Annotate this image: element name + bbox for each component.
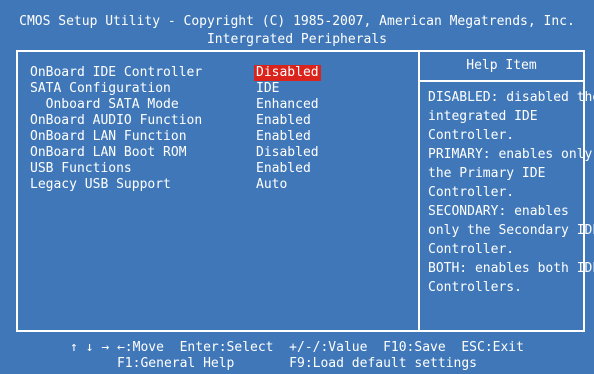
setting-row-usb-functions[interactable]: USB Functions Enabled [30,161,410,177]
panel-divider [418,52,420,330]
bios-copyright-title: CMOS Setup Utility - Copyright (C) 1985-… [19,14,575,29]
setting-row-sata-configuration[interactable]: SATA Configuration IDE [30,81,410,97]
help-line: DISABLED: disabled the [428,90,594,105]
help-title-divider [420,80,583,82]
help-line: the Primary IDE [428,166,546,181]
help-line: Controller. [428,185,515,200]
setting-value[interactable]: Auto [256,177,287,193]
setting-label: OnBoard LAN Function [30,129,187,144]
setting-label: SATA Configuration [30,81,171,96]
setting-value[interactable]: Enabled [256,161,311,177]
setting-row-onboard-sata-mode[interactable]: Onboard SATA Mode Enhanced [30,97,410,113]
setting-value[interactable]: Enabled [256,129,311,145]
setting-row-onboard-ide-controller[interactable]: OnBoard IDE Controller Disabled [30,65,410,81]
help-line: only the Secondary IDE [428,223,594,238]
setting-label: Legacy USB Support [30,177,171,192]
setting-value-selected[interactable]: Disabled [254,65,321,81]
settings-list: OnBoard IDE Controller Disabled SATA Con… [30,65,410,193]
setting-label: Onboard SATA Mode [30,97,179,112]
help-line: Controller. [428,242,515,257]
bios-header: CMOS Setup Utility - Copyright (C) 1985-… [0,14,594,50]
setting-row-onboard-lan-boot-rom[interactable]: OnBoard LAN Boot ROM Disabled [30,145,410,161]
help-item-title: Help Item [466,58,537,73]
key-legend-line-2: F1:General Help F9:Load default settings [116,356,478,371]
help-line: Controllers. [428,280,522,295]
setting-row-onboard-audio-function[interactable]: OnBoard AUDIO Function Enabled [30,113,410,129]
page-title: Intergrated Peripherals [206,32,387,47]
setting-label: OnBoard AUDIO Function [30,113,203,128]
setting-value[interactable]: Disabled [256,145,319,161]
help-line: Controller. [428,128,515,143]
help-line: SECONDARY: enables [428,204,569,219]
setting-row-onboard-lan-function[interactable]: OnBoard LAN Function Enabled [30,129,410,145]
key-legend-line-1: ↑ ↓ → ←:Move Enter:Select +/-/:Value F10… [70,340,524,355]
help-line: PRIMARY: enables only [428,147,593,162]
help-item-text: DISABLED: disabled the integrated IDE Co… [428,90,594,299]
setting-value[interactable]: Enhanced [256,97,319,113]
key-legend: ↑ ↓ → ←:Move Enter:Select +/-/:Value F10… [0,340,594,372]
setting-row-legacy-usb-support[interactable]: Legacy USB Support Auto [30,177,410,193]
setting-label: OnBoard LAN Boot ROM [30,145,187,160]
bios-screen: CMOS Setup Utility - Copyright (C) 1985-… [0,0,594,374]
setting-value[interactable]: Enabled [256,113,311,129]
settings-frame: OnBoard IDE Controller Disabled SATA Con… [16,50,594,332]
help-line: BOTH: enables both IDE [428,261,594,276]
setting-value[interactable]: IDE [256,81,279,97]
help-line: integrated IDE [428,109,538,124]
setting-label: OnBoard IDE Controller [30,65,203,80]
setting-label: USB Functions [30,161,132,176]
